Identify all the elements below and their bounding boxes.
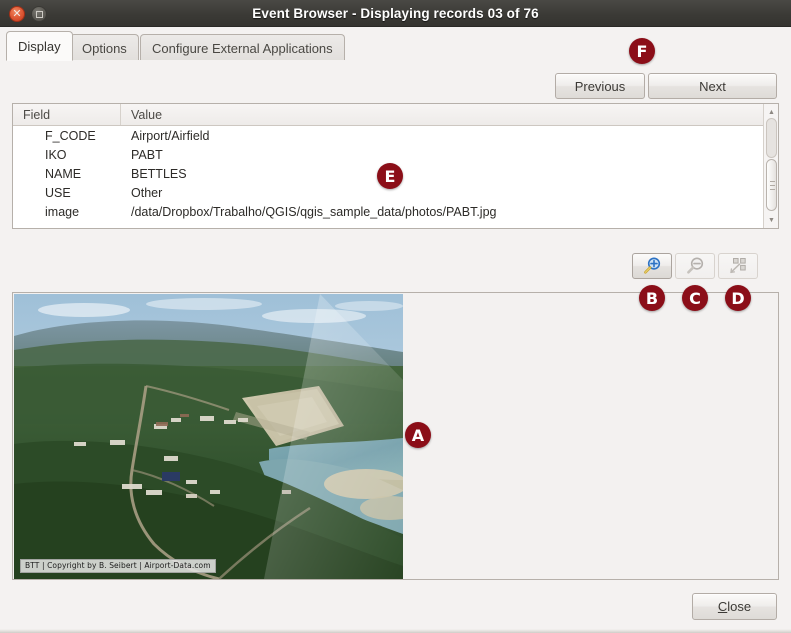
cell-value: Airport/Airfield <box>121 129 778 143</box>
tab-configure-external-applications[interactable]: Configure External Applications <box>140 34 345 61</box>
tab-display-label: Display <box>18 39 61 54</box>
annotation-marker-b: B <box>639 285 665 311</box>
zoom-to-extent-button <box>718 253 758 279</box>
next-button-label: Next <box>699 79 726 94</box>
scrollbar-grip-icon <box>770 181 775 190</box>
photo-caption: BTT | Copyright by B. Seibert | Airport-… <box>20 559 216 573</box>
cell-field: NAME <box>13 167 121 181</box>
cell-field: image <box>13 205 121 219</box>
scrollbar-thumb[interactable] <box>766 159 777 211</box>
aerial-photo-graphic <box>14 294 403 579</box>
annotation-marker-f: F <box>629 38 655 64</box>
image-preview-panel[interactable]: BTT | Copyright by B. Seibert | Airport-… <box>12 292 779 580</box>
zoom-to-extent-icon <box>728 257 748 275</box>
annotation-marker-a: A <box>405 422 431 448</box>
scrollbar-track[interactable] <box>766 118 777 158</box>
tab-bar: Display Options Configure External Appli… <box>0 27 791 61</box>
cell-field: IKO <box>13 148 121 162</box>
photo-image[interactable]: BTT | Copyright by B. Seibert | Airport-… <box>14 294 403 579</box>
zoom-out-button <box>675 253 715 279</box>
event-browser-window: ✕ Event Browser - Displaying records 03 … <box>0 0 791 633</box>
tab-options[interactable]: Options <box>70 34 139 61</box>
cell-value: Other <box>121 186 778 200</box>
next-button[interactable]: Next <box>648 73 777 99</box>
tab-options-label: Options <box>82 41 127 56</box>
tab-configure-external-applications-label: Configure External Applications <box>152 41 333 56</box>
cell-value: PABT <box>121 148 778 162</box>
scroll-down-icon[interactable]: ▼ <box>765 213 778 227</box>
annotation-marker-c: C <box>682 285 708 311</box>
scroll-up-icon[interactable]: ▲ <box>765 105 778 119</box>
column-header-field[interactable]: Field <box>13 104 121 125</box>
zoom-in-button[interactable] <box>632 253 672 279</box>
cell-value: /data/Dropbox/Trabalho/QGIS/qgis_sample_… <box>121 205 778 219</box>
annotation-marker-e: E <box>377 163 403 189</box>
window-title: Event Browser - Displaying records 03 of… <box>0 0 791 27</box>
close-button-label: Close <box>718 599 751 614</box>
display-tab-page: Previous Next Field Value F_CODE Airport… <box>0 60 791 633</box>
cell-field: USE <box>13 186 121 200</box>
column-header-value[interactable]: Value <box>121 104 771 125</box>
tab-display[interactable]: Display <box>6 31 73 61</box>
window-close-button[interactable]: ✕ <box>9 6 25 22</box>
table-row[interactable]: F_CODE Airport/Airfield <box>13 126 778 145</box>
annotation-marker-d: D <box>725 285 751 311</box>
table-header-row: Field Value <box>13 104 778 126</box>
previous-button[interactable]: Previous <box>555 73 645 99</box>
table-row[interactable]: IKO PABT <box>13 145 778 164</box>
previous-button-label: Previous <box>575 79 626 94</box>
close-button[interactable]: Close <box>692 593 777 620</box>
close-icon: ✕ <box>10 7 24 21</box>
window-bottom-edge <box>0 629 791 633</box>
maximize-icon <box>36 11 43 18</box>
window-maximize-button[interactable] <box>31 6 47 22</box>
table-row[interactable]: image /data/Dropbox/Trabalho/QGIS/qgis_s… <box>13 202 778 221</box>
cell-value: BETTLES <box>121 167 778 181</box>
cell-field: F_CODE <box>13 129 121 143</box>
title-bar: ✕ Event Browser - Displaying records 03 … <box>0 0 791 27</box>
zoom-in-icon <box>642 257 662 275</box>
zoom-out-icon <box>685 257 705 275</box>
table-vertical-scrollbar[interactable]: ▲ ▼ <box>763 104 778 228</box>
